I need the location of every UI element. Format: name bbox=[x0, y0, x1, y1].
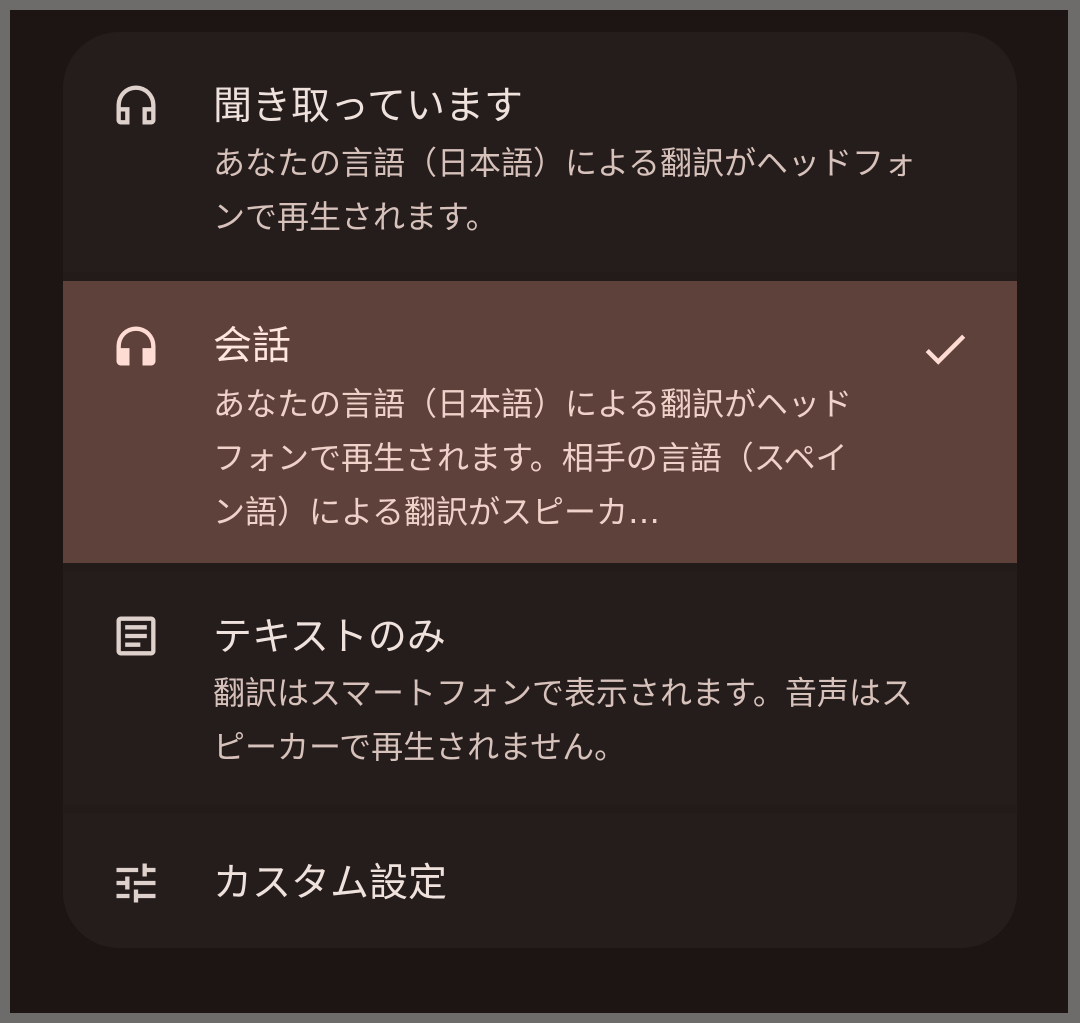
tune-sliders-icon bbox=[110, 857, 162, 909]
option-title: 聞き取っています bbox=[213, 84, 524, 129]
document-icon bbox=[110, 610, 162, 662]
option-title: テキストのみ bbox=[213, 615, 446, 660]
headphones-icon bbox=[110, 320, 162, 372]
option-title: 会話 bbox=[213, 324, 292, 369]
option-text-only[interactable]: テキストのみ 翻訳はスマートフォンで表示されます。音声はスピーカーで再生されませ… bbox=[63, 572, 1017, 804]
checkmark-icon bbox=[918, 322, 972, 376]
headphones-icon bbox=[110, 79, 162, 131]
screen: 聞き取っています あなたの言語（日本語）による翻訳がヘッドフォンで再生されます。… bbox=[10, 10, 1068, 1013]
option-custom-settings[interactable]: カスタム設定 bbox=[63, 813, 1017, 948]
option-listening[interactable]: 聞き取っています あなたの言語（日本語）による翻訳がヘッドフォンで再生されます。 bbox=[63, 32, 1017, 272]
option-description: 翻訳はスマートフォンで表示されます。音声はスピーカーで再生されません。 bbox=[213, 674, 913, 766]
option-description: あなたの言語（日本語）による翻訳がヘッドフォンで再生されます。 bbox=[213, 144, 917, 236]
listening-mode-menu: 聞き取っています あなたの言語（日本語）による翻訳がヘッドフォンで再生されます。… bbox=[63, 32, 1017, 948]
option-conversation[interactable]: 会話 あなたの言語（日本語）による翻訳がヘッドフォンで再生されます。相手の言語（… bbox=[63, 281, 1017, 563]
option-title: カスタム設定 bbox=[213, 861, 448, 906]
option-description: あなたの言語（日本語）による翻訳がヘッドフォンで再生されます。相手の言語（スペイ… bbox=[213, 385, 853, 531]
